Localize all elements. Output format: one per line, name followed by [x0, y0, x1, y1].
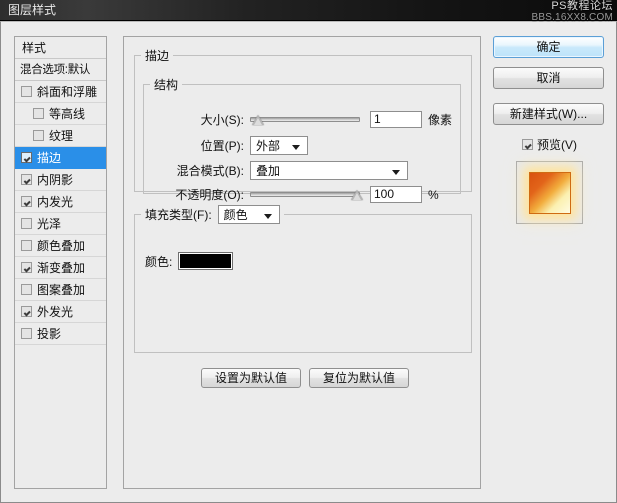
sidebar-item-blending-options[interactable]: 混合选项:默认	[15, 59, 106, 81]
position-label: 位置(P):	[200, 139, 244, 153]
sidebar-item-label: 外发光	[37, 304, 74, 319]
opacity-slider-track[interactable]	[250, 192, 360, 197]
chevron-down-icon	[292, 145, 300, 150]
sidebar-item-3[interactable]: 描边	[15, 147, 106, 169]
sidebar-item-checkbox-5[interactable]	[21, 196, 32, 207]
size-input[interactable]: 1	[370, 111, 422, 128]
fill-type-dropdown[interactable]: 颜色	[217, 205, 280, 224]
blend-mode-dropdown-value: 叠加	[256, 164, 281, 178]
sidebar-item-label: 内阴影	[37, 172, 74, 187]
chevron-down-icon	[392, 170, 400, 175]
size-slider[interactable]	[250, 113, 360, 127]
opacity-row: 不透明度(O): 100 %	[144, 186, 456, 203]
sidebar-item-checkbox-4[interactable]	[21, 174, 32, 185]
sidebar-item-2[interactable]: 纹理	[15, 125, 106, 147]
sidebar-item-label: 投影	[37, 326, 62, 341]
styles-list-pane[interactable]: 样式 混合选项:默认 斜面和浮雕等高线纹理描边内阴影内发光光泽颜色叠加渐变叠加图…	[14, 36, 107, 489]
fill-type-label: 填充类型(F):	[145, 208, 212, 222]
sidebar-item-checkbox-10[interactable]	[21, 306, 32, 317]
sidebar-item-checkbox-0[interactable]	[21, 86, 32, 97]
styles-list-header: 样式	[15, 37, 106, 59]
action-buttons-pane: 确定 取消 新建样式(W)... 预览(V)	[493, 36, 606, 224]
structure-group-title: 结构	[154, 78, 179, 92]
fill-type-group: 填充类型(F): 颜色 颜色:	[134, 205, 472, 353]
opacity-slider[interactable]	[250, 188, 363, 202]
opacity-slider-thumb[interactable]	[350, 189, 363, 200]
new-style-button[interactable]: 新建样式(W)...	[493, 103, 604, 125]
chevron-down-icon	[263, 214, 272, 219]
dialog-title: 图层样式	[8, 3, 57, 17]
sidebar-item-label: 渐变叠加	[37, 260, 86, 275]
sidebar-item-8[interactable]: 渐变叠加	[15, 257, 106, 279]
sidebar-item-7[interactable]: 颜色叠加	[15, 235, 106, 257]
sidebar-item-checkbox-8[interactable]	[21, 262, 32, 273]
sidebar-item-checkbox-1[interactable]	[33, 108, 44, 119]
sidebar-item-9[interactable]: 图案叠加	[15, 279, 106, 301]
blend-mode-row: 混合模式(B): 叠加	[144, 161, 456, 180]
opacity-input[interactable]: 100	[370, 186, 422, 203]
color-swatch[interactable]	[178, 252, 234, 270]
sidebar-item-0[interactable]: 斜面和浮雕	[15, 81, 106, 103]
set-default-button[interactable]: 设置为默认值	[201, 368, 301, 388]
sidebar-item-checkbox-11[interactable]	[21, 328, 32, 339]
blend-mode-dropdown[interactable]: 叠加	[250, 161, 408, 180]
position-dropdown-value: 外部	[256, 139, 281, 153]
sidebar-item-label: 光泽	[37, 216, 62, 231]
sidebar-item-label: 颜色叠加	[37, 238, 86, 253]
settings-pane: 描边 结构 大小(S): 1 像素 位置(P): 外部 混合模式(B): 叠加 …	[123, 36, 481, 489]
preview-artwork	[528, 171, 571, 214]
size-row: 大小(S): 1 像素	[144, 111, 456, 128]
sidebar-item-label: 纹理	[49, 128, 74, 143]
opacity-label: 不透明度(O):	[175, 188, 244, 202]
blend-mode-label: 混合模式(B):	[176, 164, 244, 178]
styles-list-rows: 斜面和浮雕等高线纹理描边内阴影内发光光泽颜色叠加渐变叠加图案叠加外发光投影	[15, 81, 106, 345]
sidebar-item-checkbox-7[interactable]	[21, 240, 32, 251]
sidebar-item-checkbox-9[interactable]	[21, 284, 32, 295]
dialog-titlebar[interactable]: 图层样式	[0, 0, 617, 21]
sidebar-item-label: 描边	[37, 150, 62, 165]
stroke-group: 描边 结构 大小(S): 1 像素 位置(P): 外部 混合模式(B): 叠加 …	[134, 47, 472, 203]
position-dropdown[interactable]: 外部	[250, 136, 308, 155]
sidebar-item-6[interactable]: 光泽	[15, 213, 106, 235]
fill-type-dropdown-value: 颜色	[223, 208, 248, 222]
preview-label: 预览(V)	[537, 138, 577, 152]
sidebar-item-checkbox-2[interactable]	[33, 130, 44, 141]
preview-checkbox-row[interactable]: 预览(V)	[493, 136, 606, 153]
sidebar-item-4[interactable]: 内阴影	[15, 169, 106, 191]
sidebar-item-label: 内发光	[37, 194, 74, 209]
sidebar-item-1[interactable]: 等高线	[15, 103, 106, 125]
fill-type-legend: 填充类型(F): 颜色	[141, 205, 284, 224]
sidebar-item-11[interactable]: 投影	[15, 323, 106, 345]
preview-checkbox[interactable]	[522, 139, 533, 150]
sidebar-item-label: 等高线	[49, 106, 86, 121]
stroke-group-title: 描边	[145, 49, 170, 63]
layer-style-dialog: 图层样式 样式 混合选项:默认 斜面和浮雕 等高线 纹理 描边 内阴影 内发光 光泽 颜色叠加…	[0, 0, 617, 503]
preview-thumbnail	[516, 161, 583, 224]
sidebar-item-label: 图案叠加	[37, 282, 86, 297]
color-row: 颜色:	[145, 252, 234, 270]
size-slider-track[interactable]	[250, 117, 360, 122]
position-row: 位置(P): 外部	[144, 136, 456, 155]
cancel-button[interactable]: 取消	[493, 67, 604, 89]
sidebar-item-checkbox-3[interactable]	[21, 152, 32, 163]
sidebar-item-5[interactable]: 内发光	[15, 191, 106, 213]
structure-group: 结构 大小(S): 1 像素 位置(P): 外部 混合模式(B): 叠加 不透明…	[143, 76, 461, 203]
sidebar-item-10[interactable]: 外发光	[15, 301, 106, 323]
ok-button[interactable]: 确定	[493, 36, 604, 58]
reset-default-button[interactable]: 复位为默认值	[309, 368, 409, 388]
dialog-body: 样式 混合选项:默认 斜面和浮雕 等高线 纹理 描边 内阴影 内发光 光泽 颜色叠加 渐变叠加图…	[0, 21, 617, 503]
sidebar-item-label: 斜面和浮雕	[37, 84, 98, 99]
opacity-unit: %	[428, 187, 439, 202]
size-unit: 像素	[428, 113, 453, 127]
color-label: 颜色:	[145, 254, 173, 269]
size-label: 大小(S):	[200, 113, 244, 127]
sidebar-item-checkbox-6[interactable]	[21, 218, 32, 229]
size-slider-thumb[interactable]	[252, 114, 265, 125]
